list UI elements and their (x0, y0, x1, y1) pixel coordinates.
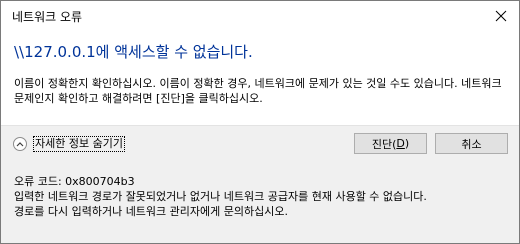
diagnose-label-suffix: ) (404, 137, 410, 150)
close-button[interactable] (483, 1, 519, 31)
close-icon (495, 10, 507, 22)
button-bar: 자세한 정보 숨기기 진단(D) 취소 (1, 125, 519, 163)
diagnose-button[interactable]: 진단(D) (354, 133, 427, 154)
details-text: 오류 코드: 0x800704b3 입력한 네트워크 경로가 잘못되었거나 없거… (14, 174, 509, 219)
details-line-2: 경로를 다시 입력하거나 네트워크 관리자에게 문의하십시오. (14, 205, 288, 218)
diagnose-label: 진단( (371, 137, 397, 151)
chevron-up-icon (13, 137, 27, 151)
details-line-1: 입력한 네트워크 경로가 잘못되었거나 없거나 네트워크 공급자를 현재 사용할… (14, 190, 427, 203)
window-title: 네트워크 오류 (12, 10, 83, 24)
network-error-dialog: 네트워크 오류 \\127.0.0.1에 액세스할 수 없습니다. 이름이 정확… (0, 0, 520, 244)
message-area: \\127.0.0.1에 액세스할 수 없습니다. 이름이 정확한지 확인하십시… (1, 31, 519, 125)
toggle-details-label: 자세한 정보 숨기기 (33, 136, 125, 152)
error-code: 오류 코드: 0x800704b3 (14, 175, 135, 188)
error-description: 이름이 정확한지 확인하십시오. 이름이 정확한 경우, 네트워크에 문제가 있… (14, 77, 502, 105)
cancel-button[interactable]: 취소 (435, 133, 508, 154)
error-headline: \\127.0.0.1에 액세스할 수 없습니다. (14, 43, 253, 61)
title-bar: 네트워크 오류 (1, 1, 519, 31)
diagnose-accelerator: D (396, 137, 405, 150)
toggle-details-button[interactable]: 자세한 정보 숨기기 (13, 135, 125, 153)
details-panel: 오류 코드: 0x800704b3 입력한 네트워크 경로가 잘못되었거나 없거… (1, 162, 519, 243)
